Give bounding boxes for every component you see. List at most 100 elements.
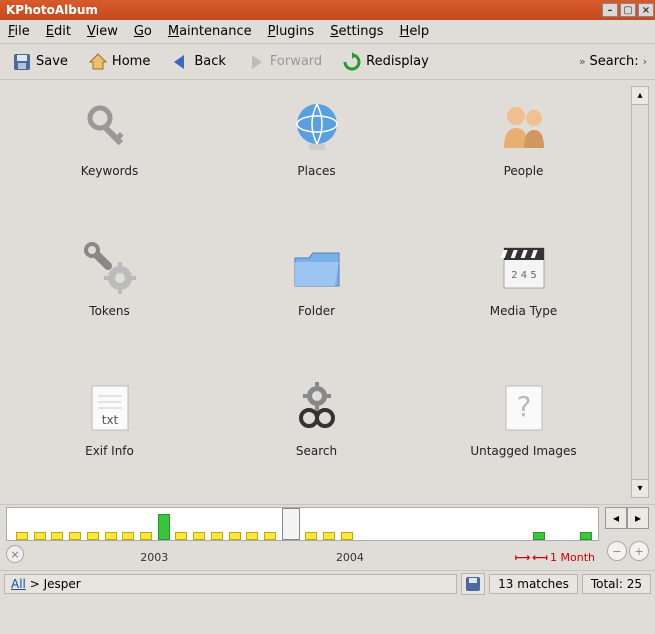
menu-plugins[interactable]: Plugins	[268, 24, 315, 39]
timeline-axis: 2003 2004 ⟼⟻ 1 Month	[6, 541, 599, 569]
vertical-scrollbar[interactable]: ▴ ▾	[631, 86, 649, 498]
window-title: KPhotoAlbum	[6, 3, 98, 17]
forward-button: Forward	[242, 50, 326, 74]
year-label: 2003	[140, 551, 168, 564]
timeline-bar	[122, 532, 134, 540]
timeline-bar	[34, 532, 46, 540]
minimize-button[interactable]: –	[602, 3, 618, 17]
keys-icon	[78, 96, 142, 160]
home-label: Home	[112, 54, 150, 69]
category-exif[interactable]: txt Exif Info	[6, 376, 213, 516]
category-tokens[interactable]: Tokens	[6, 236, 213, 376]
status-matches: 13 matches	[489, 574, 578, 594]
close-button[interactable]: ×	[638, 3, 654, 17]
chevron-right-icon: ›	[643, 55, 647, 68]
window-titlebar: KPhotoAlbum – ▢ ×	[0, 0, 655, 20]
timeline-selector[interactable]	[282, 508, 300, 540]
main-area: Keywords Places People Tokens Folder 2 4 5Med…	[0, 80, 655, 504]
svg-text:txt: txt	[101, 413, 118, 427]
timeline-bar	[580, 532, 592, 540]
category-label: Keywords	[81, 164, 139, 178]
timeline-bar	[229, 532, 241, 540]
timeline-bar	[533, 532, 545, 540]
clapper-icon: 2 4 5	[492, 236, 556, 300]
menu-view[interactable]: View	[87, 24, 118, 39]
scroll-up-button[interactable]: ▴	[632, 87, 648, 105]
menu-help[interactable]: Help	[400, 24, 430, 39]
menu-settings[interactable]: Settings	[330, 24, 383, 39]
search-label: Search:	[590, 54, 639, 69]
timeline-bar	[51, 532, 63, 540]
menu-file[interactable]: File	[8, 24, 30, 39]
menu-maintenance[interactable]: Maintenance	[168, 24, 252, 39]
timeline-zoom: − +	[607, 541, 649, 561]
category-label: Tokens	[89, 304, 129, 318]
floppy-icon	[12, 52, 32, 72]
timeline-bar	[323, 532, 335, 540]
breadcrumb-current: Jesper	[44, 577, 81, 591]
timeline-bar	[16, 532, 28, 540]
category-grid: Keywords Places People Tokens Folder 2 4 5Med…	[6, 86, 627, 498]
maximize-button[interactable]: ▢	[620, 3, 636, 17]
timeline-next-button[interactable]: ▸	[627, 507, 649, 529]
timeline-bar	[264, 532, 276, 540]
timeline-range-label: ⟼⟻ 1 Month	[514, 551, 595, 564]
toolbar: Save Home Back Forward Redisplay » Searc…	[0, 44, 655, 80]
category-keywords[interactable]: Keywords	[6, 96, 213, 236]
category-label: Places	[297, 164, 335, 178]
svg-text:?: ?	[516, 390, 531, 423]
category-mediatype[interactable]: 2 4 5Media Type	[420, 236, 627, 376]
chevron-right-icon: »	[579, 55, 586, 68]
globe-icon	[285, 96, 349, 160]
home-button[interactable]: Home	[84, 50, 154, 74]
save-label: Save	[36, 54, 68, 69]
zoom-out-button[interactable]: −	[607, 541, 627, 561]
status-save-button[interactable]	[461, 573, 485, 595]
category-search[interactable]: Search	[213, 376, 420, 516]
people-icon	[492, 96, 556, 160]
timeline-bar	[105, 532, 117, 540]
category-label: Untagged Images	[470, 444, 576, 458]
year-label: 2004	[336, 551, 364, 564]
category-people[interactable]: People	[420, 96, 627, 236]
menu-go[interactable]: Go	[134, 24, 152, 39]
scroll-down-button[interactable]: ▾	[632, 479, 648, 497]
category-label: People	[504, 164, 544, 178]
back-arrow-icon	[170, 52, 190, 72]
category-label: Exif Info	[85, 444, 134, 458]
save-button[interactable]: Save	[8, 50, 72, 74]
scroll-track[interactable]	[632, 105, 648, 479]
timeline-bar	[341, 532, 353, 540]
status-bar: All > Jesper 13 matches Total: 25	[0, 570, 655, 596]
forward-arrow-icon	[246, 52, 266, 72]
zoom-in-button[interactable]: +	[629, 541, 649, 561]
timeline-bar	[193, 532, 205, 540]
redisplay-label: Redisplay	[366, 54, 429, 69]
category-untagged[interactable]: ? Untagged Images	[420, 376, 627, 516]
search-icon	[285, 376, 349, 440]
search-expander[interactable]: » Search: ›	[579, 54, 647, 69]
menu-edit[interactable]: Edit	[46, 24, 71, 39]
category-label: Search	[296, 444, 337, 458]
folder-icon	[285, 236, 349, 300]
category-folder[interactable]: Folder	[213, 236, 420, 376]
timeline-bar	[158, 514, 170, 540]
timeline-bar	[69, 532, 81, 540]
status-total: Total: 25	[582, 574, 651, 594]
txt-icon: txt	[78, 376, 142, 440]
menu-bar: File Edit View Go Maintenance Plugins Se…	[0, 20, 655, 44]
svg-text:2 4 5: 2 4 5	[511, 270, 536, 281]
timeline-nav: ◂ ▸	[605, 507, 649, 529]
question-page-icon: ?	[492, 376, 556, 440]
back-button[interactable]: Back	[166, 50, 230, 74]
category-places[interactable]: Places	[213, 96, 420, 236]
redisplay-button[interactable]: Redisplay	[338, 50, 433, 74]
timeline-bar	[246, 532, 258, 540]
breadcrumb-root[interactable]: All	[11, 577, 26, 591]
category-label: Folder	[298, 304, 335, 318]
timeline-histogram[interactable]	[6, 507, 599, 541]
breadcrumb: All > Jesper	[4, 574, 457, 594]
back-label: Back	[194, 54, 226, 69]
refresh-icon	[342, 52, 362, 72]
timeline-prev-button[interactable]: ◂	[605, 507, 627, 529]
